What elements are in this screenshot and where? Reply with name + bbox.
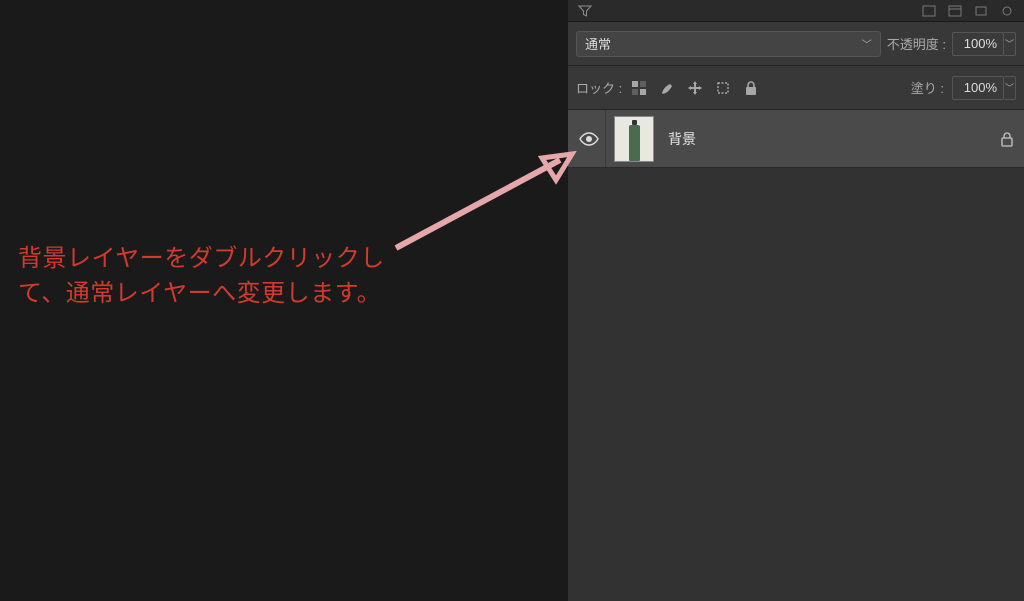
fill-stepper[interactable]: ﹀: [1004, 76, 1016, 100]
layer-thumbnail: [614, 116, 654, 162]
panel-toolbar: [568, 0, 1024, 22]
lock-all-icon[interactable]: [742, 79, 760, 97]
opacity-stepper[interactable]: ﹀: [1004, 32, 1016, 56]
lock-icons-group: [630, 79, 760, 97]
panel-mini-icon-1[interactable]: [920, 4, 938, 18]
lock-label: ロック :: [576, 78, 622, 97]
blend-mode-value: 通常: [585, 34, 611, 53]
layer-list: 背景: [568, 110, 1024, 601]
instruction-text: 背景レイヤーをダブルクリックして、通常レイヤーへ変更します。: [18, 242, 408, 312]
layer-visibility-toggle[interactable]: [572, 110, 606, 167]
lock-move-icon[interactable]: [686, 79, 704, 97]
chevron-down-icon: ﹀: [862, 36, 872, 51]
eye-icon: [579, 132, 599, 146]
fill-label: 塗り :: [911, 78, 944, 97]
blend-opacity-row: 通常 ﹀ 不透明度 : 100% ﹀: [568, 22, 1024, 66]
lock-brush-icon[interactable]: [658, 79, 676, 97]
opacity-label: 不透明度 :: [887, 34, 946, 53]
fill-value-input[interactable]: 100%: [952, 76, 1004, 100]
lock-fill-row: ロック : 塗り : 100% ﹀: [568, 66, 1024, 110]
canvas-area: 背景レイヤーをダブルクリックして、通常レイヤーへ変更します。: [0, 0, 568, 601]
panel-mini-icon-4[interactable]: [998, 4, 1016, 18]
panel-mini-icon-3[interactable]: [972, 4, 990, 18]
filter-icon[interactable]: [576, 4, 594, 18]
layer-name-label: 背景: [668, 129, 696, 149]
layers-panel: 通常 ﹀ 不透明度 : 100% ﹀ ロック :: [568, 0, 1024, 601]
lock-pixels-icon[interactable]: [630, 79, 648, 97]
lock-artboard-icon[interactable]: [714, 79, 732, 97]
panel-mini-icon-2[interactable]: [946, 4, 964, 18]
layer-row-background[interactable]: 背景: [568, 110, 1024, 168]
layer-lock-indicator-icon: [1000, 131, 1014, 147]
blend-mode-select[interactable]: 通常 ﹀: [576, 31, 881, 57]
opacity-value-input[interactable]: 100%: [952, 32, 1004, 56]
